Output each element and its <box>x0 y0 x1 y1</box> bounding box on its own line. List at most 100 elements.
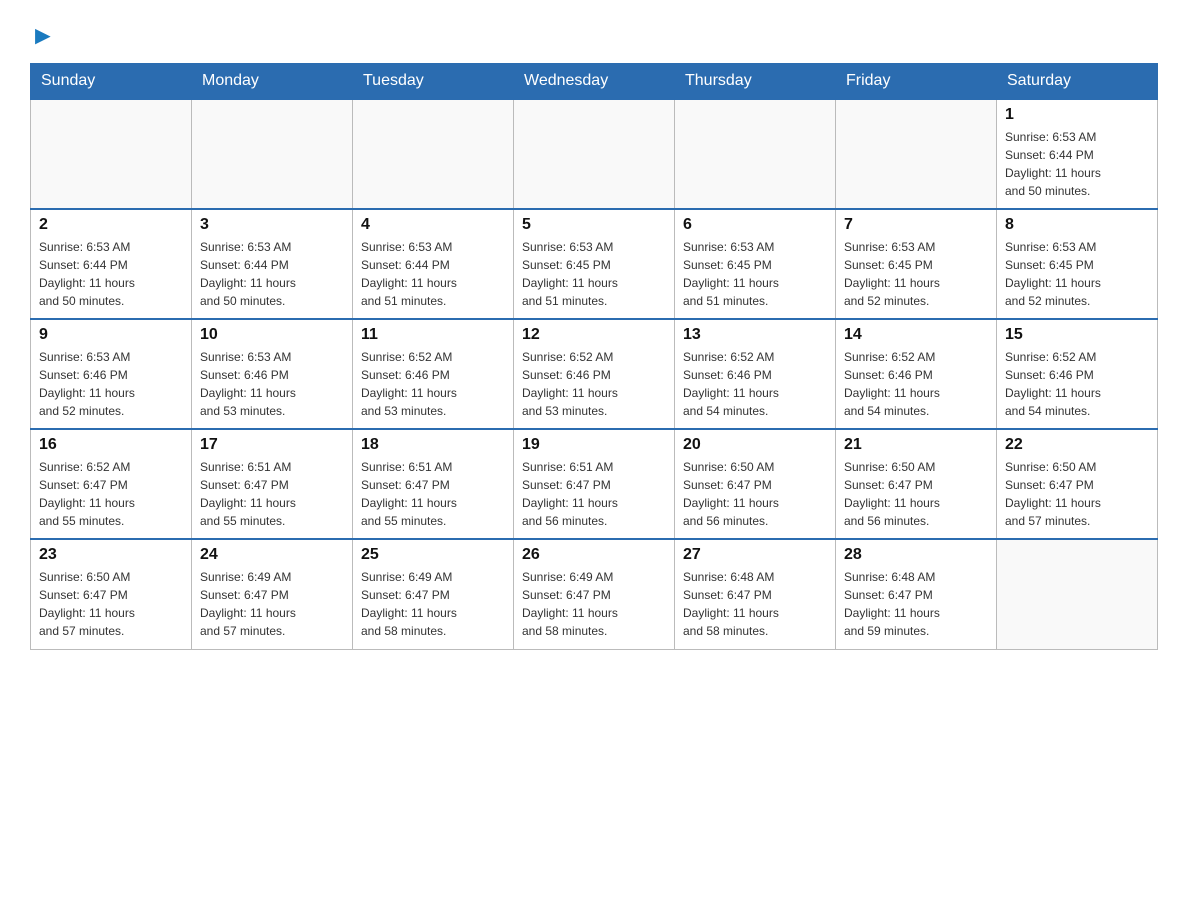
logo: ► <box>30 20 56 47</box>
day-number: 4 <box>361 216 505 234</box>
day-number: 7 <box>844 216 988 234</box>
calendar-cell: 27 Sunrise: 6:48 AMSunset: 6:47 PMDayligh… <box>675 539 836 649</box>
day-info: Sunrise: 6:53 AMSunset: 6:45 PMDaylight:… <box>522 238 666 310</box>
calendar-cell: 21 Sunrise: 6:50 AMSunset: 6:47 PMDayligh… <box>836 429 997 539</box>
calendar-cell: 3 Sunrise: 6:53 AMSunset: 6:44 PMDaylight… <box>192 209 353 319</box>
calendar-cell: 6 Sunrise: 6:53 AMSunset: 6:45 PMDaylight… <box>675 209 836 319</box>
day-number: 28 <box>844 546 988 564</box>
calendar-cell: 25 Sunrise: 6:49 AMSunset: 6:47 PMDayligh… <box>353 539 514 649</box>
day-number: 11 <box>361 326 505 344</box>
day-number: 13 <box>683 326 827 344</box>
day-info: Sunrise: 6:52 AMSunset: 6:46 PMDaylight:… <box>683 348 827 420</box>
day-info: Sunrise: 6:51 AMSunset: 6:47 PMDaylight:… <box>522 458 666 530</box>
calendar-cell: 9 Sunrise: 6:53 AMSunset: 6:46 PMDaylight… <box>31 319 192 429</box>
day-number: 2 <box>39 216 183 234</box>
day-number: 12 <box>522 326 666 344</box>
day-info: Sunrise: 6:52 AMSunset: 6:46 PMDaylight:… <box>522 348 666 420</box>
day-number: 20 <box>683 436 827 454</box>
day-number: 15 <box>1005 326 1149 344</box>
calendar-cell: 18 Sunrise: 6:51 AMSunset: 6:47 PMDayligh… <box>353 429 514 539</box>
calendar-cell: 15 Sunrise: 6:52 AMSunset: 6:46 PMDayligh… <box>997 319 1158 429</box>
page-header: ► <box>30 20 1158 47</box>
day-number: 14 <box>844 326 988 344</box>
calendar-cell <box>836 99 997 209</box>
day-info: Sunrise: 6:53 AMSunset: 6:45 PMDaylight:… <box>683 238 827 310</box>
week-row-2: 2 Sunrise: 6:53 AMSunset: 6:44 PMDaylight… <box>31 209 1158 319</box>
calendar-cell: 5 Sunrise: 6:53 AMSunset: 6:45 PMDaylight… <box>514 209 675 319</box>
calendar-cell: 28 Sunrise: 6:48 AMSunset: 6:47 PMDayligh… <box>836 539 997 649</box>
week-row-4: 16 Sunrise: 6:52 AMSunset: 6:47 PMDayligh… <box>31 429 1158 539</box>
day-info: Sunrise: 6:50 AMSunset: 6:47 PMDaylight:… <box>683 458 827 530</box>
day-number: 5 <box>522 216 666 234</box>
day-number: 3 <box>200 216 344 234</box>
day-number: 1 <box>1005 106 1149 124</box>
day-info: Sunrise: 6:50 AMSunset: 6:47 PMDaylight:… <box>1005 458 1149 530</box>
calendar-cell: 20 Sunrise: 6:50 AMSunset: 6:47 PMDayligh… <box>675 429 836 539</box>
day-number: 18 <box>361 436 505 454</box>
day-info: Sunrise: 6:51 AMSunset: 6:47 PMDaylight:… <box>200 458 344 530</box>
weekday-header-sunday: Sunday <box>31 64 192 100</box>
day-number: 17 <box>200 436 344 454</box>
calendar-cell: 10Sunrise: 6:53 AMSunset: 6:46 PMDayligh… <box>192 319 353 429</box>
weekday-header-wednesday: Wednesday <box>514 64 675 100</box>
calendar-cell: 26 Sunrise: 6:49 AMSunset: 6:47 PMDayligh… <box>514 539 675 649</box>
day-info: Sunrise: 6:51 AMSunset: 6:47 PMDaylight:… <box>361 458 505 530</box>
day-info: Sunrise: 6:49 AMSunset: 6:47 PMDaylight:… <box>200 568 344 640</box>
calendar-table: SundayMondayTuesdayWednesdayThursdayFrid… <box>30 63 1158 650</box>
day-info: Sunrise: 6:53 AMSunset: 6:44 PMDaylight:… <box>1005 128 1149 200</box>
calendar-cell: 22 Sunrise: 6:50 AMSunset: 6:47 PMDayligh… <box>997 429 1158 539</box>
day-info: Sunrise: 6:53 AMSunset: 6:44 PMDaylight:… <box>200 238 344 310</box>
calendar-cell: 17 Sunrise: 6:51 AMSunset: 6:47 PMDayligh… <box>192 429 353 539</box>
weekday-header-friday: Friday <box>836 64 997 100</box>
day-number: 8 <box>1005 216 1149 234</box>
calendar-cell: 16 Sunrise: 6:52 AMSunset: 6:47 PMDayligh… <box>31 429 192 539</box>
day-number: 16 <box>39 436 183 454</box>
day-info: Sunrise: 6:48 AMSunset: 6:47 PMDaylight:… <box>683 568 827 640</box>
calendar-cell: 8Sunrise: 6:53 AMSunset: 6:45 PMDaylight… <box>997 209 1158 319</box>
day-number: 25 <box>361 546 505 564</box>
weekday-header-thursday: Thursday <box>675 64 836 100</box>
calendar-cell: 4 Sunrise: 6:53 AMSunset: 6:44 PMDaylight… <box>353 209 514 319</box>
day-info: Sunrise: 6:49 AMSunset: 6:47 PMDaylight:… <box>522 568 666 640</box>
day-info: Sunrise: 6:49 AMSunset: 6:47 PMDaylight:… <box>361 568 505 640</box>
day-number: 6 <box>683 216 827 234</box>
week-row-1: 1 Sunrise: 6:53 AMSunset: 6:44 PMDaylight… <box>31 99 1158 209</box>
calendar-cell <box>997 539 1158 649</box>
day-info: Sunrise: 6:52 AMSunset: 6:46 PMDaylight:… <box>844 348 988 420</box>
weekday-header-row: SundayMondayTuesdayWednesdayThursdayFrid… <box>31 64 1158 100</box>
day-info: Sunrise: 6:52 AMSunset: 6:46 PMDaylight:… <box>1005 348 1149 420</box>
calendar-cell: 24 Sunrise: 6:49 AMSunset: 6:47 PMDayligh… <box>192 539 353 649</box>
calendar-cell <box>192 99 353 209</box>
day-info: Sunrise: 6:50 AMSunset: 6:47 PMDaylight:… <box>844 458 988 530</box>
day-info: Sunrise: 6:52 AMSunset: 6:47 PMDaylight:… <box>39 458 183 530</box>
day-number: 21 <box>844 436 988 454</box>
calendar-cell: 2 Sunrise: 6:53 AMSunset: 6:44 PMDaylight… <box>31 209 192 319</box>
weekday-header-monday: Monday <box>192 64 353 100</box>
day-number: 26 <box>522 546 666 564</box>
calendar-cell: 23 Sunrise: 6:50 AMSunset: 6:47 PMDayligh… <box>31 539 192 649</box>
calendar-cell: 14 Sunrise: 6:52 AMSunset: 6:46 PMDayligh… <box>836 319 997 429</box>
day-info: Sunrise: 6:48 AMSunset: 6:47 PMDaylight:… <box>844 568 988 640</box>
logo-blue-text: ► <box>30 20 56 51</box>
calendar-cell <box>514 99 675 209</box>
day-number: 22 <box>1005 436 1149 454</box>
weekday-header-tuesday: Tuesday <box>353 64 514 100</box>
day-number: 19 <box>522 436 666 454</box>
day-number: 23 <box>39 546 183 564</box>
day-number: 24 <box>200 546 344 564</box>
calendar-cell: 1 Sunrise: 6:53 AMSunset: 6:44 PMDaylight… <box>997 99 1158 209</box>
day-info: Sunrise: 6:52 AMSunset: 6:46 PMDaylight:… <box>361 348 505 420</box>
day-info: Sunrise: 6:53 AMSunset: 6:46 PMDaylight:… <box>200 348 344 420</box>
day-info: Sunrise: 6:53 AMSunset: 6:44 PMDaylight:… <box>361 238 505 310</box>
day-number: 9 <box>39 326 183 344</box>
calendar-cell: 11 Sunrise: 6:52 AMSunset: 6:46 PMDayligh… <box>353 319 514 429</box>
weekday-header-saturday: Saturday <box>997 64 1158 100</box>
calendar-cell <box>353 99 514 209</box>
day-info: Sunrise: 6:53 AMSunset: 6:44 PMDaylight:… <box>39 238 183 310</box>
day-info: Sunrise: 6:50 AMSunset: 6:47 PMDaylight:… <box>39 568 183 640</box>
calendar-cell: 13 Sunrise: 6:52 AMSunset: 6:46 PMDayligh… <box>675 319 836 429</box>
calendar-cell: 12 Sunrise: 6:52 AMSunset: 6:46 PMDayligh… <box>514 319 675 429</box>
day-number: 27 <box>683 546 827 564</box>
calendar-cell <box>675 99 836 209</box>
day-info: Sunrise: 6:53 AMSunset: 6:46 PMDaylight:… <box>39 348 183 420</box>
